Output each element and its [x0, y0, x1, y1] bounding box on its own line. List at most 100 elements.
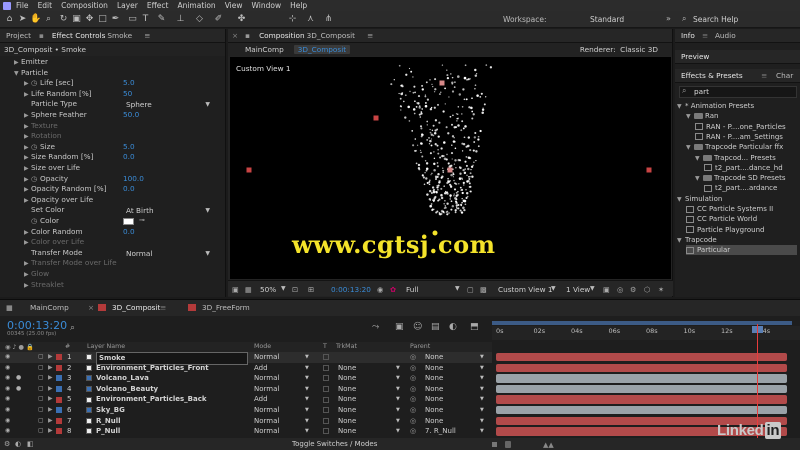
layer-expand-triangle-icon[interactable]: ▶ — [48, 405, 53, 416]
axis-local-icon[interactable]: ⊹ — [287, 14, 298, 25]
preserve-transparency-box[interactable] — [323, 375, 329, 382]
lock-toggle-icon[interactable]: ▢ — [38, 416, 44, 427]
property-value[interactable]: 100.0 — [123, 174, 144, 185]
channels-icon[interactable]: ✿ — [390, 285, 396, 294]
parent-chevron-icon[interactable]: ▼ — [480, 405, 484, 416]
axis-world-icon[interactable]: ⋏ — [305, 14, 316, 25]
effect-property-row[interactable]: ▶ ◷ Opacity — [24, 174, 68, 185]
layer-row[interactable]: ◉ ▢ ▶ 1 Smoke Normal ▼ ◎ None ▼ — [0, 352, 492, 365]
mode-chevron-icon[interactable]: ▼ — [305, 363, 309, 374]
motion-blur-icon[interactable]: ◐ — [449, 322, 457, 332]
effect-property-row[interactable]: ▶ Transfer Mode over Life — [24, 258, 117, 269]
lock-toggle-icon[interactable]: ▢ — [38, 405, 44, 416]
snapshot-icon[interactable]: ▣ — [232, 285, 239, 294]
menu-animation[interactable]: Animation — [177, 1, 215, 10]
property-value[interactable]: 0.0 — [123, 184, 135, 195]
layer-mode-select[interactable]: Normal — [254, 405, 279, 416]
layer-parent-select[interactable]: None — [425, 405, 443, 416]
layer-duration-bar[interactable] — [496, 374, 787, 383]
lock-toggle-icon[interactable]: ▢ — [38, 394, 44, 405]
parent-chevron-icon[interactable]: ▼ — [480, 384, 484, 395]
effects-tree-item[interactable]: Particle Playground — [686, 225, 797, 235]
effects-tree-item[interactable]: RAN - P....am_Settings — [695, 132, 797, 142]
tab-character[interactable]: Char — [770, 69, 799, 83]
effect-property-row[interactable]: ▶ Life Random [%] — [24, 89, 92, 100]
layer-label-color[interactable] — [56, 354, 62, 361]
layer-row[interactable]: ◉ ● ▢ ▶ 3 Volcano_Lava Normal ▼ None ▼ ◎ None ▼ — [0, 373, 492, 384]
effect-property-row[interactable]: ◷ Color — [24, 216, 59, 227]
visibility-eye-icon[interactable]: ◉ — [5, 363, 10, 374]
visibility-eye-icon[interactable]: ◉ — [5, 394, 10, 405]
layer-parent-select[interactable]: 7. R_Null — [425, 426, 456, 437]
expand-triangle-icon[interactable]: ▼ — [14, 69, 21, 80]
timeline-menu-icon[interactable]: ≡ — [160, 303, 166, 312]
comp-lock-icon[interactable]: ▪ — [242, 29, 253, 43]
preserve-transparency-box[interactable] — [323, 364, 329, 371]
preserve-transparency-box[interactable] — [323, 396, 329, 403]
pickwhip-icon[interactable]: ◎ — [410, 405, 416, 416]
layer-mode-select[interactable]: Normal — [254, 373, 279, 384]
property-value[interactable]: 0.0 — [123, 152, 135, 163]
visibility-eye-icon[interactable]: ◉ — [5, 405, 10, 416]
tab-timeline-3d-freeform[interactable]: 3D_FreeForm — [202, 303, 250, 312]
tab-effect-controls-layer[interactable]: Smoke — [107, 29, 138, 43]
tab-composition[interactable]: Composition — [253, 29, 307, 43]
mask-rect-icon[interactable]: □ — [97, 14, 108, 25]
visibility-eye-icon[interactable]: ◉ — [5, 416, 10, 427]
tab-preview[interactable]: Preview — [675, 50, 715, 64]
effects-tree-item[interactable]: ▼ * Animation Presets — [677, 101, 797, 111]
resolution-chevron-icon[interactable]: ▼ — [455, 285, 460, 292]
layer-trkmat-select[interactable]: None — [338, 373, 356, 384]
close-maincomp-icon[interactable]: ■ — [6, 303, 13, 312]
property-value[interactable]: 50 — [123, 89, 132, 100]
expand-triangle-icon[interactable]: ▼ — [677, 236, 685, 246]
trkmat-chevron-icon[interactable]: ▼ — [396, 363, 400, 374]
audio-icon[interactable]: ● — [16, 384, 21, 395]
audio-icon[interactable]: ● — [16, 373, 21, 384]
lock-toggle-icon[interactable]: ▢ — [38, 352, 44, 363]
work-area-bar[interactable] — [492, 321, 792, 325]
home-icon[interactable]: ⌂ — [4, 14, 15, 25]
effect-property-row[interactable]: Particle Type — [24, 99, 77, 110]
layer-parent-select[interactable]: None — [425, 394, 443, 405]
layer-label-color[interactable] — [56, 375, 62, 382]
stopwatch-icon[interactable]: ◷ — [31, 216, 40, 227]
effect-property-row[interactable]: ▶ Size over Life — [24, 163, 80, 174]
timeline-search-icon[interactable]: ⌕ — [70, 323, 75, 333]
effect-property-row[interactable]: ▶ Streaklet — [24, 280, 64, 291]
mode-chevron-icon[interactable]: ▼ — [305, 405, 309, 416]
toggle-switches-modes[interactable]: Toggle Switches / Modes — [292, 440, 377, 448]
comp-mini-flowchart-icon[interactable]: ⤳ — [372, 322, 379, 332]
in-out-icon[interactable]: ◧ — [27, 440, 34, 448]
effect-property-row[interactable]: ▶ Color over Life — [24, 237, 84, 248]
menu-chevron-icon[interactable]: » — [666, 14, 671, 23]
property-value[interactable]: 5.0 — [123, 142, 135, 153]
layer-label-color[interactable] — [56, 396, 62, 403]
zoom-out-icon[interactable] — [492, 442, 497, 447]
tab-effects-presets[interactable]: Effects & Presets — [675, 69, 749, 83]
layer-duration-bar[interactable] — [496, 353, 787, 362]
effect-property-row[interactable]: Transfer Mode — [24, 248, 83, 259]
close-3d-composit-icon[interactable]: × — [88, 303, 94, 312]
effect-property-row[interactable]: ▶ Texture — [24, 121, 58, 132]
view-chevron-icon[interactable]: ▼ — [551, 285, 556, 292]
resolution-select[interactable]: Full — [406, 285, 418, 294]
parent-chevron-icon[interactable]: ▼ — [480, 416, 484, 427]
trkmat-chevron-icon[interactable]: ▼ — [396, 384, 400, 395]
tab-project[interactable]: Project — [0, 29, 37, 43]
views-select[interactable]: 1 View — [566, 285, 590, 294]
mask-toggle-icon[interactable]: ⊞ — [308, 285, 314, 294]
preserve-transparency-box[interactable] — [323, 428, 329, 435]
effect-property-row[interactable]: ▶ Glow — [24, 269, 49, 280]
layer-row[interactable]: ◉ ▢ ▶ 5 Environment_Particles_Back Add ▼ None ▼ ◎… — [0, 394, 492, 405]
layer-duration-bar[interactable] — [496, 395, 787, 404]
layer-expand-triangle-icon[interactable]: ▶ — [48, 373, 53, 384]
fast-preview-icon[interactable]: ⬡ — [644, 285, 650, 294]
expand-triangle-icon[interactable]: ▶ — [24, 281, 31, 292]
layer-switches-icon[interactable]: ⚙ — [4, 440, 10, 448]
layer-parent-select[interactable]: None — [425, 352, 443, 363]
layer-trkmat-select[interactable]: None — [338, 363, 356, 374]
draft-3d-icon[interactable]: ▣ — [603, 285, 610, 294]
menu-composition[interactable]: Composition — [61, 1, 108, 10]
preserve-transparency-box[interactable] — [323, 407, 329, 414]
